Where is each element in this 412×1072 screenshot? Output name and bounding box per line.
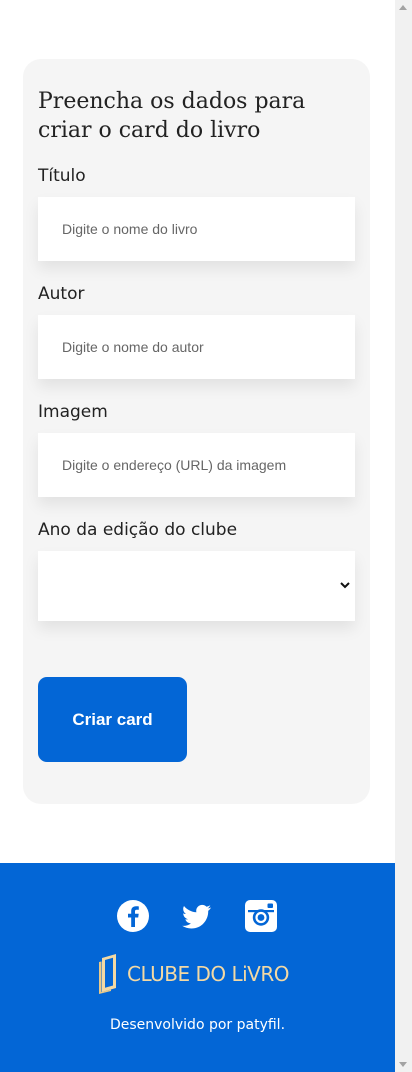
chevron-down-icon — [340, 582, 350, 589]
author-input[interactable] — [38, 315, 355, 379]
vertical-scrollbar[interactable] — [395, 0, 412, 1072]
author-label: Autor — [38, 284, 85, 304]
page: Preencha os dados para criar o card do l… — [0, 0, 395, 1072]
facebook-icon[interactable] — [116, 899, 150, 933]
developer-credit: Desenvolvido por patyfil. — [109, 1017, 286, 1033]
social-links — [116, 899, 280, 935]
book-card-form: Preencha os dados para criar o card do l… — [23, 59, 370, 804]
footer: CLUBE DO LiVRO Desenvolvido por patyfil. — [0, 863, 395, 1072]
twitter-icon[interactable] — [180, 899, 214, 933]
instagram-icon[interactable] — [244, 899, 278, 933]
image-label: Imagem — [38, 402, 108, 422]
image-url-input[interactable] — [38, 433, 355, 497]
edition-year-select[interactable] — [38, 551, 355, 621]
title-input[interactable] — [38, 197, 355, 261]
brand-name: CLUBE DO LiVRO — [127, 962, 289, 986]
clube-do-livro-logo: CLUBE DO LiVRO — [96, 952, 296, 996]
title-label: Título — [38, 166, 86, 186]
form-title: Preencha os dados para criar o card do l… — [38, 89, 306, 143]
edition-year-label: Ano da edição do clube — [38, 520, 238, 540]
scroll-down-icon[interactable] — [399, 1062, 407, 1067]
scroll-up-icon[interactable] — [399, 5, 407, 10]
create-card-button[interactable]: Criar card — [38, 677, 187, 762]
book-logo-icon — [99, 954, 116, 994]
